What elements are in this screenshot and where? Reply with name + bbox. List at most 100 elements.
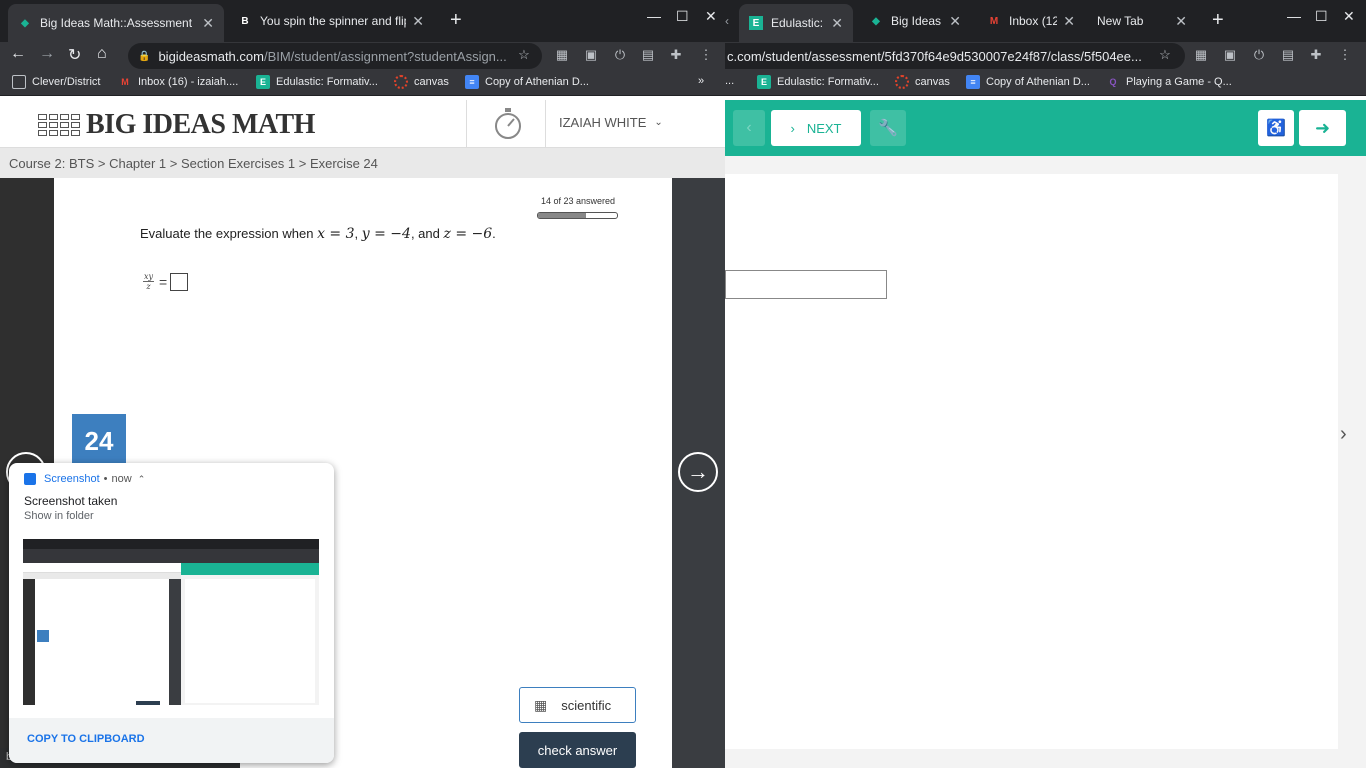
answer-input[interactable] (725, 270, 887, 299)
bim-logo[interactable]: BIG IDEAS MATH (38, 109, 315, 141)
breadcrumb: Course 2: BTS > Chapter 1 > Section Exer… (0, 148, 725, 178)
folder-icon (12, 75, 26, 89)
tab-strip: ◆ Big Ideas Math::Assessment ✕ B You spi… (0, 0, 725, 42)
quizizz-icon: Q (1109, 77, 1117, 87)
screenshot-thumbnail[interactable] (23, 539, 319, 705)
extension-icon[interactable]: ▤ (1280, 47, 1296, 63)
close-tab-icon[interactable]: ✕ (831, 15, 843, 32)
accessibility-icon: ♿ (1266, 120, 1286, 137)
canvas-icon (895, 75, 909, 89)
bookmarks-bar: Clever/District M Inbox (16) - izaiah....… (0, 70, 725, 96)
bim-favicon-icon: ◆ (21, 17, 29, 29)
chevron-up-icon[interactable]: ⌃ (138, 474, 146, 485)
close-window-button[interactable]: ✕ (705, 8, 717, 25)
tab-spinner[interactable]: B You spin the spinner and flip a c ✕ (228, 6, 434, 36)
bookmark-overflow-left[interactable]: ... (725, 75, 734, 87)
close-tab-icon[interactable]: ✕ (412, 13, 424, 30)
star-icon[interactable]: ☆ (516, 47, 532, 63)
stopwatch-icon[interactable] (492, 107, 524, 146)
bookmark-edulastic[interactable]: E Edulastic: Formativ... (757, 75, 879, 89)
minimize-button[interactable]: — (647, 8, 661, 24)
bookmark-canvas[interactable]: canvas (895, 75, 950, 89)
progress-text: 14 of 23 answered (541, 196, 616, 206)
user-menu[interactable]: IZAIAH WHITE ⌄ (559, 115, 663, 130)
exit-button[interactable]: ➜ (1299, 110, 1346, 146)
bookmark-quizizz[interactable]: Q Playing a Game - Q... (1106, 75, 1231, 89)
bookmark-athenian[interactable]: ≡ Copy of Athenian D... (465, 75, 589, 89)
home-icon[interactable]: ⌂ (97, 45, 107, 63)
tools-button[interactable]: 🔧 (870, 110, 906, 146)
edulastic-favicon-icon: E (749, 16, 763, 30)
power-icon[interactable]: ⏻ (1251, 47, 1267, 63)
tab-new[interactable]: New Tab ✕ (1087, 6, 1197, 36)
tab-inbox[interactable]: M Inbox (122) ✕ (977, 6, 1085, 36)
close-window-button[interactable]: ✕ (1343, 8, 1355, 25)
forward-icon[interactable]: → (39, 45, 55, 63)
puzzle-icon[interactable]: ✚ (668, 47, 684, 63)
extension-icon[interactable]: ▣ (583, 47, 599, 63)
bookmark-clever[interactable]: Clever/District (12, 75, 100, 89)
bookmarks-bar: ... E Edulastic: Formativ... canvas ≡ Copy… (725, 70, 1366, 96)
back-icon[interactable]: ← (10, 45, 26, 63)
star-icon[interactable]: ☆ (1157, 47, 1173, 63)
tab-bim-assessment[interactable]: ◆ Big Ideas Math::Assessment ✕ (8, 4, 224, 42)
close-tab-icon[interactable]: ✕ (202, 15, 214, 32)
bookmark-athenian[interactable]: ≡ Copy of Athenian D... (966, 75, 1090, 89)
chevron-right-icon[interactable]: › (1340, 423, 1347, 446)
puzzle-icon[interactable]: ✚ (1308, 47, 1324, 63)
image-icon (24, 473, 36, 485)
tab-strip: ‹ E Edulastic: F ✕ ◆ Big Ideas M ✕ M Inb… (725, 0, 1366, 42)
exercise-number: 24 (72, 414, 126, 468)
browser-toolbar: c.com/student/assessment/5fd370f64e9d530… (725, 42, 1366, 70)
bookmark-edulastic[interactable]: E Edulastic: Formativ... (256, 75, 378, 89)
next-question-button[interactable]: › NEXT (771, 110, 861, 146)
extension-icon[interactable]: ▦ (554, 47, 570, 63)
close-tab-icon[interactable]: ✕ (1063, 13, 1075, 30)
expression: xy z = (143, 272, 189, 291)
docs-icon: ≡ (465, 75, 479, 89)
calculator-button[interactable]: ▦ scientific (519, 687, 636, 723)
extension-icon[interactable]: ▤ (640, 47, 656, 63)
browser-toolbar: ← → ↻ ⌂ 🔒 bigideasmath.com/BIM/student/a… (0, 42, 725, 70)
answer-input[interactable] (170, 272, 189, 291)
menu-icon[interactable]: ⋮ (698, 47, 714, 63)
accessibility-button[interactable]: ♿ (1258, 110, 1294, 146)
tab-bim[interactable]: ◆ Big Ideas M ✕ (859, 6, 971, 36)
bim-favicon-icon: ◆ (872, 15, 880, 27)
close-tab-icon[interactable]: ✕ (949, 13, 961, 30)
address-bar[interactable]: 🔒 bigideasmath.com/BIM/student/assignmen… (128, 43, 542, 69)
new-tab-button[interactable]: + (1212, 10, 1224, 30)
bim-header: BIG IDEAS MATH IZAIAH WHITE ⌄ (0, 100, 725, 148)
gmail-icon: M (121, 77, 129, 87)
edulastic-toolbar: ‹ › NEXT 🔧 ♿ ➜ (725, 100, 1366, 156)
bookmark-inbox[interactable]: M Inbox (16) - izaiah.... (118, 75, 238, 89)
progress-fill (538, 213, 587, 218)
edulastic-icon: E (256, 75, 270, 89)
bookmark-canvas[interactable]: canvas (394, 75, 449, 89)
tab-edulastic[interactable]: E Edulastic: F ✕ (739, 4, 853, 42)
power-icon[interactable]: ⏻ (612, 47, 628, 63)
arrow-left-circle-icon: ➜ (1314, 117, 1331, 138)
copy-to-clipboard-button[interactable]: COPY TO CLIPBOARD (27, 733, 145, 745)
maximize-button[interactable]: ☐ (676, 8, 689, 25)
lock-icon: 🔒 (138, 50, 151, 62)
grid-logo-icon (38, 114, 80, 136)
canvas-icon (394, 75, 408, 89)
next-exercise-button[interactable]: → (678, 452, 718, 492)
check-answer-button[interactable]: check answer (519, 732, 636, 768)
bookmarks-overflow[interactable]: » (698, 75, 704, 87)
menu-icon[interactable]: ⋮ (1337, 47, 1353, 63)
extension-icon[interactable]: ▦ (1193, 47, 1209, 63)
maximize-button[interactable]: ☐ (1315, 8, 1328, 25)
extension-icon[interactable]: ▣ (1222, 47, 1238, 63)
wrench-icon: 🔧 (878, 120, 898, 137)
previous-question-button[interactable]: ‹ (733, 110, 765, 146)
question-text: Evaluate the expression when x = 3, y = … (140, 226, 496, 242)
close-tab-icon[interactable]: ✕ (1175, 13, 1187, 30)
arrow-right-icon: → (687, 459, 709, 484)
show-in-folder-link[interactable]: Show in folder (24, 510, 94, 522)
reload-icon[interactable]: ↻ (68, 45, 81, 65)
minimize-button[interactable]: — (1287, 8, 1301, 24)
address-bar[interactable]: c.com/student/assessment/5fd370f64e9d530… (725, 43, 1185, 69)
new-tab-button[interactable]: + (450, 10, 462, 30)
